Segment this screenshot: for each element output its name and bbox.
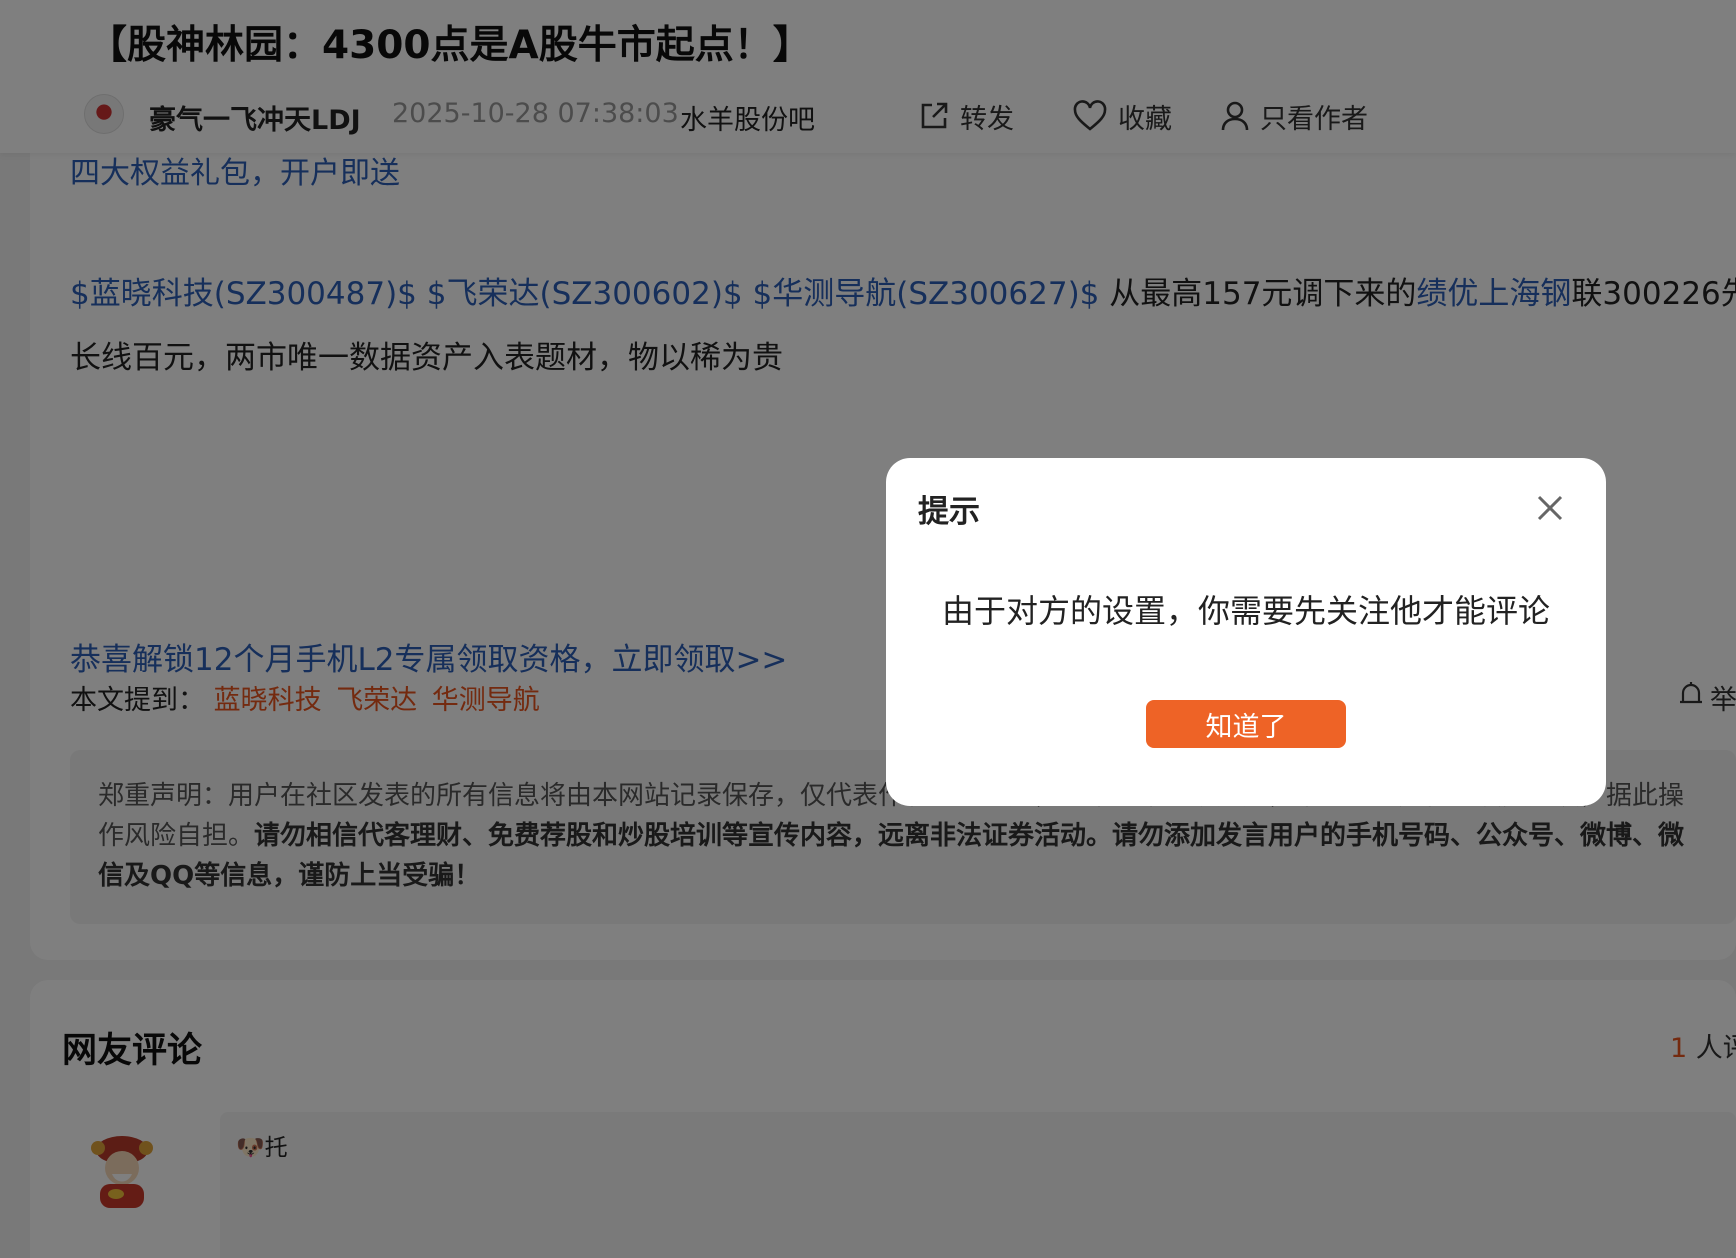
confirm-button[interactable]: 知道了 (1146, 700, 1346, 748)
notice-dialog: 提示 由于对方的设置，你需要先关注他才能评论 知道了 (886, 458, 1606, 806)
page: 【股神林园：4300点是A股牛市起点！】 豪气一飞冲天LDJ 2025-10-2… (0, 0, 1736, 1258)
close-icon[interactable] (1532, 490, 1568, 526)
dialog-message: 由于对方的设置，你需要先关注他才能评论 (941, 592, 1550, 630)
dialog-title: 提示 (918, 494, 980, 530)
